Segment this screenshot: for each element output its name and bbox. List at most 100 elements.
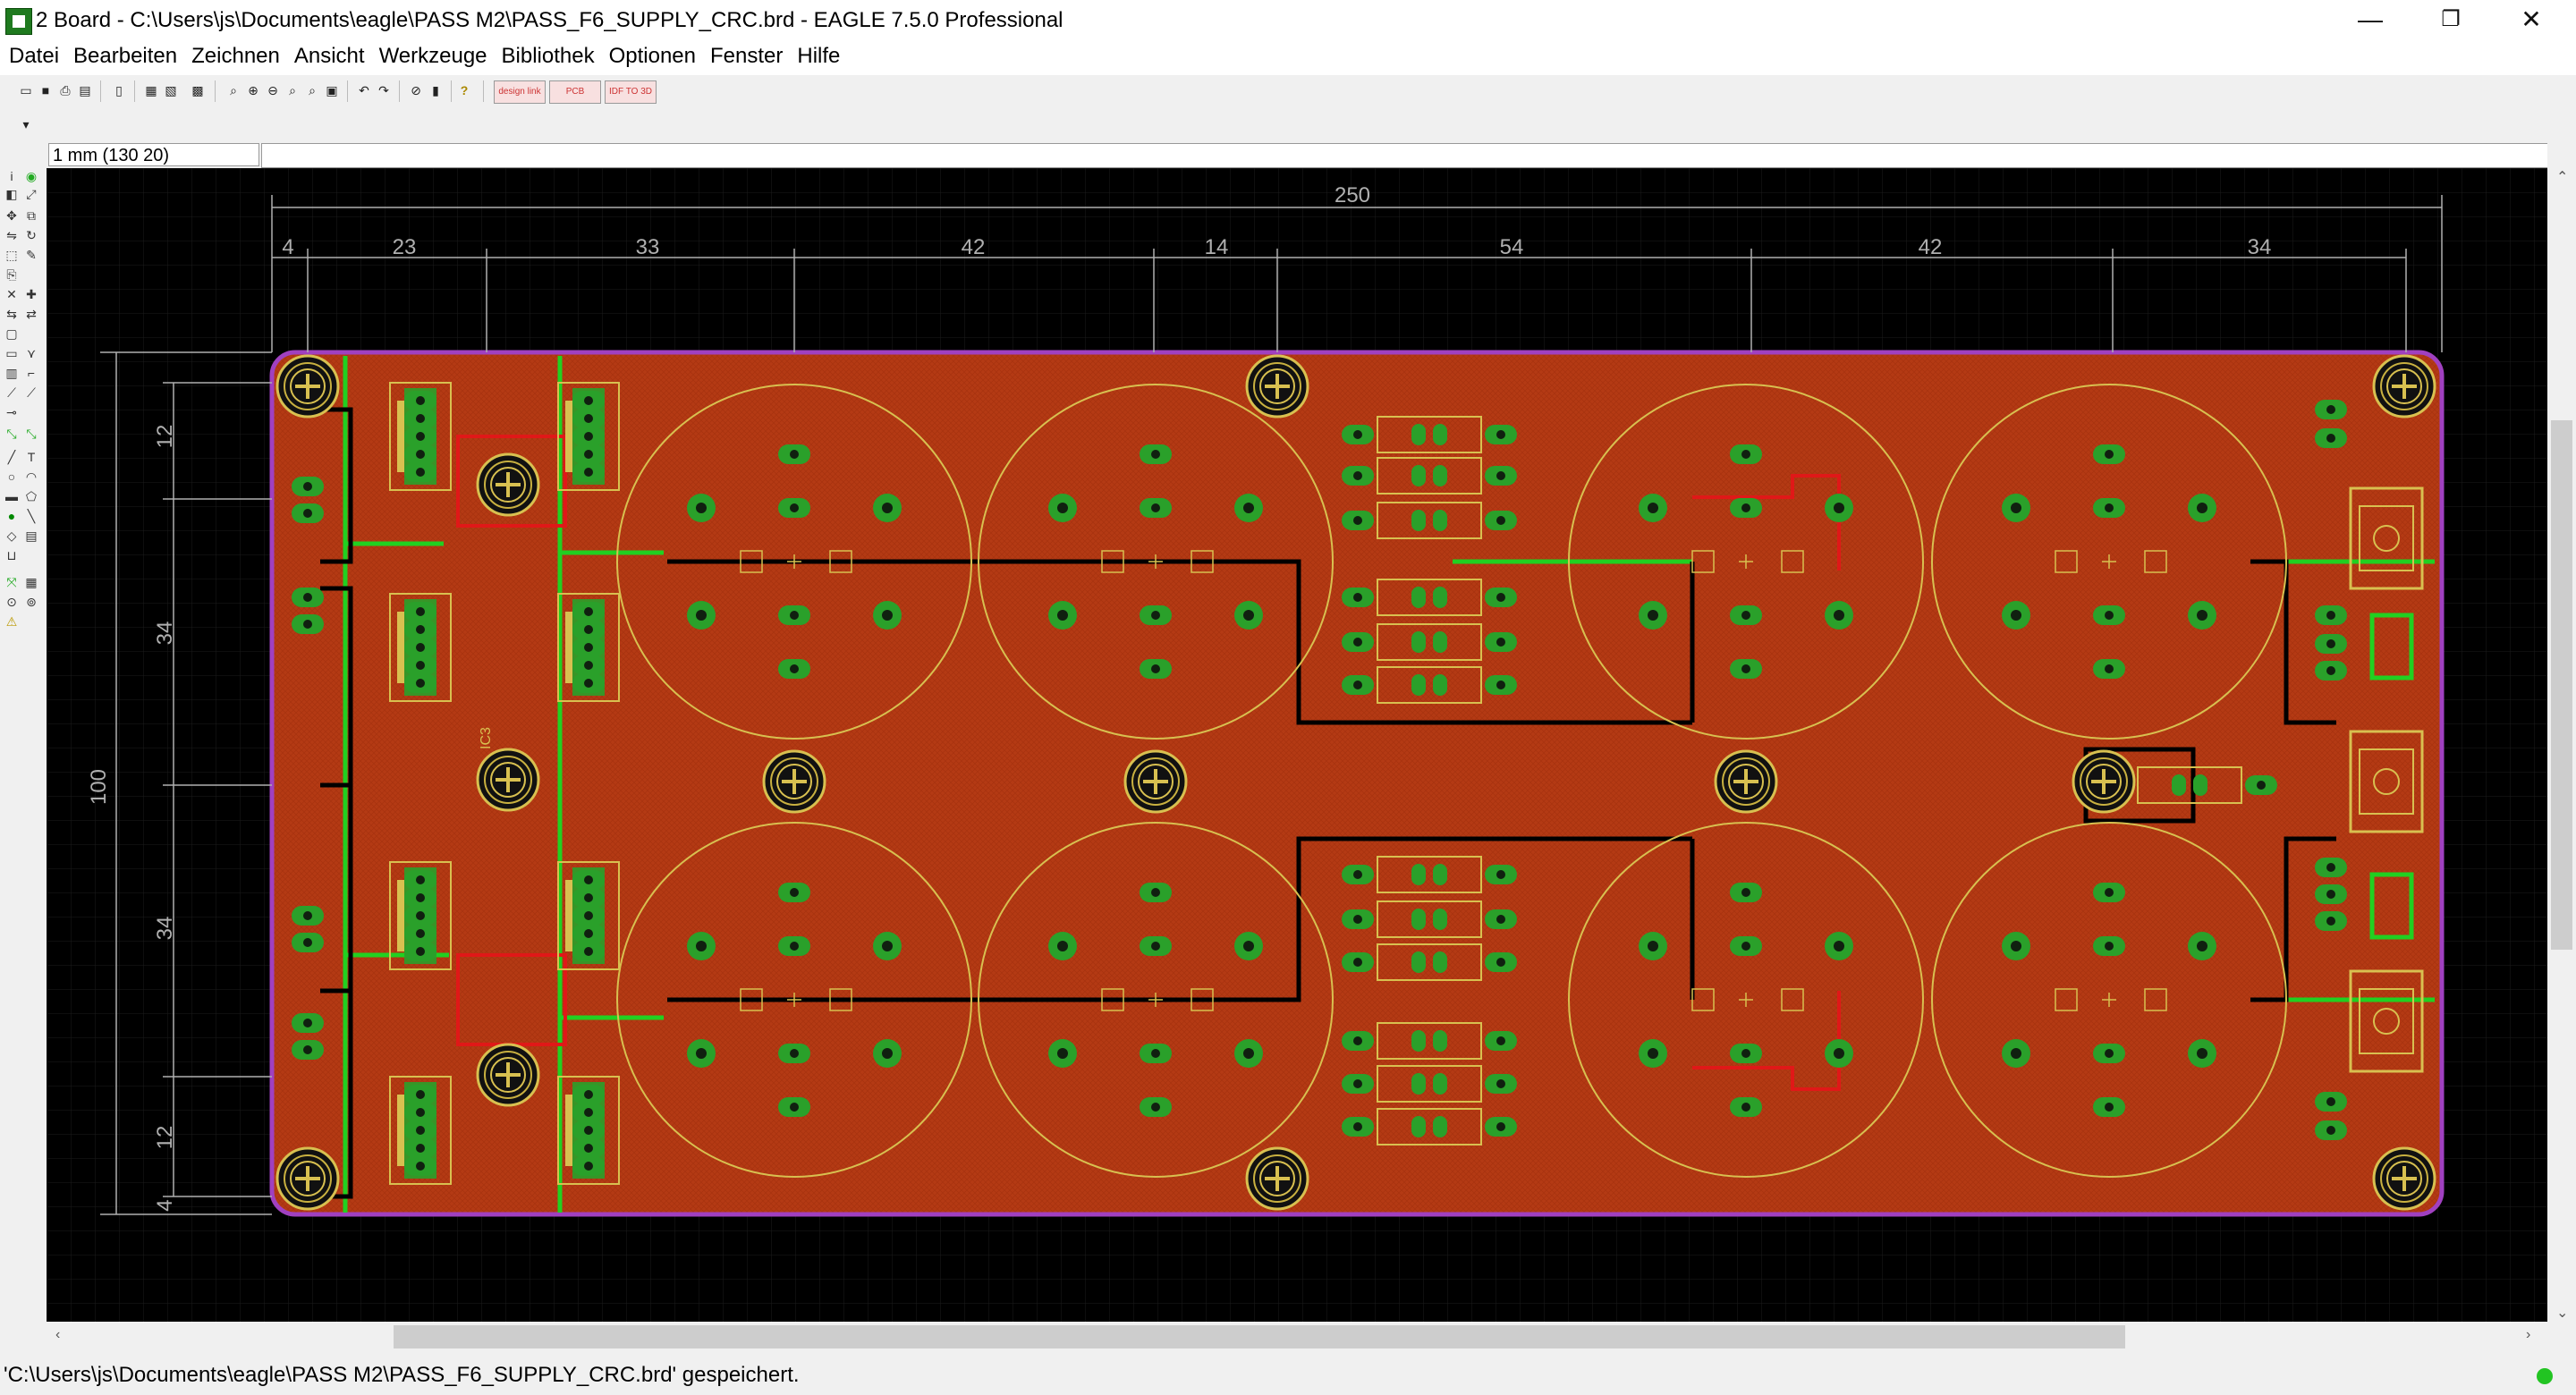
minimize-button[interactable]: — [2326, 0, 2415, 41]
zoom-area-icon[interactable]: ⌕ [304, 82, 320, 98]
menu-zeichnen[interactable]: Zeichnen [191, 41, 280, 69]
delete-icon[interactable]: ✕ [4, 286, 20, 302]
zoom-in-icon[interactable]: ⊕ [245, 82, 261, 98]
ratsnest-icon[interactable]: ⤡ [23, 426, 39, 442]
open-icon[interactable]: ▭ [18, 82, 34, 98]
hole-icon[interactable]: ◇ [4, 528, 20, 544]
main-toolbar: ▭ ■ ⎙ ▤ ▯ ▦ ▧ ▩ ⌕ ⊕ ⊖ ⌕ ⌕ ▣ ↶ ↷ ⊘ ▮ ? de… [0, 75, 2576, 118]
dim-left-2: 34 [153, 621, 177, 646]
scroll-down-icon[interactable]: ⌄ [2556, 1304, 2568, 1322]
menu-werkzeuge[interactable]: Werkzeuge [379, 41, 487, 69]
arc-icon[interactable]: ◠ [23, 469, 39, 485]
vertical-scroll-thumb[interactable] [2551, 420, 2572, 950]
menu-ansicht[interactable]: Ansicht [294, 41, 365, 69]
dim-left-3: 34 [153, 917, 177, 941]
errors-icon[interactable]: ⊚ [23, 594, 39, 610]
menu-hilfe[interactable]: Hilfe [797, 41, 840, 69]
show-icon[interactable]: ◉ [23, 168, 39, 184]
via-icon[interactable]: ● [4, 508, 20, 524]
print-icon[interactable]: ⎙ [57, 82, 73, 98]
layer-dropdown-icon[interactable]: ▾ [18, 116, 34, 132]
name-icon[interactable]: ⇆ [4, 306, 20, 322]
cam-icon[interactable]: ▤ [77, 82, 93, 98]
close-button[interactable]: ✕ [2487, 0, 2576, 41]
move-icon[interactable]: ✥ [4, 207, 20, 224]
switch-to-schematic-icon[interactable]: ▧ [163, 82, 179, 98]
signal-icon[interactable]: ╲ [23, 508, 39, 524]
stop-icon[interactable]: ⊘ [408, 82, 424, 98]
miter-icon[interactable]: ⌐ [23, 365, 39, 381]
rotate-icon[interactable]: ↻ [23, 227, 39, 243]
menu-fenster[interactable]: Fenster [710, 41, 783, 69]
zoom-redraw-icon[interactable]: ⌕ [284, 82, 301, 98]
warning-icon[interactable]: ⚠ [4, 613, 20, 630]
vertical-scrollbar[interactable]: ⌃ ⌄ [2547, 141, 2576, 1322]
zoom-select-icon[interactable]: ▣ [324, 82, 340, 98]
help-icon[interactable]: ? [456, 82, 472, 98]
script-icon[interactable]: ▯ [111, 82, 127, 98]
smash-icon[interactable]: ▢ [4, 326, 20, 342]
action-toolbar: ▾ [0, 107, 2576, 142]
ratsnest-all-icon[interactable]: ⤧ [4, 574, 20, 590]
display-icon[interactable]: ◧ [4, 186, 20, 202]
polygon-icon[interactable]: ⬠ [23, 488, 39, 504]
menu-bibliothek[interactable]: Bibliothek [502, 41, 595, 69]
idf-to-3d-button[interactable]: IDF TO 3D [605, 80, 657, 104]
group-icon[interactable]: ⬚ [4, 247, 20, 263]
go-icon[interactable]: ▮ [428, 82, 444, 98]
pcb-drawing: 250 4 23 33 42 14 54 42 34 100 12 34 34 … [47, 168, 2547, 1322]
value-icon[interactable]: ⇄ [23, 306, 39, 322]
dim-top-7: 42 [1919, 235, 1943, 259]
change-icon[interactable]: ✎ [23, 247, 39, 263]
add-icon[interactable]: ✚ [23, 286, 39, 302]
menu-bearbeiten[interactable]: Bearbeiten [73, 41, 177, 69]
scroll-right-icon[interactable]: › [2526, 1327, 2530, 1343]
mirror-icon[interactable]: ⇋ [4, 227, 20, 243]
zoom-fit-icon[interactable]: ⌕ [225, 82, 242, 98]
dim-top-4: 42 [962, 235, 986, 259]
text-icon[interactable]: T [23, 449, 39, 465]
wire-icon[interactable]: ╱ [4, 449, 20, 465]
menu-optionen[interactable]: Optionen [609, 41, 696, 69]
redo-icon[interactable]: ↷ [376, 82, 392, 98]
horizontal-scroll-thumb[interactable] [394, 1325, 2125, 1348]
swap-icon[interactable]: ⊸ [4, 404, 20, 420]
attribute-icon[interactable]: ▤ [23, 528, 39, 544]
info-icon[interactable]: i [4, 168, 20, 184]
ripup-icon[interactable]: ⟋ [23, 385, 39, 401]
grid-icon[interactable]: ▦ [23, 574, 39, 590]
board-icon[interactable]: ▩ [190, 82, 206, 98]
dim-top-8: 34 [2248, 235, 2272, 259]
mark-icon[interactable]: ⤢ [23, 186, 39, 202]
drc-icon[interactable]: ⊙ [4, 594, 20, 610]
circle-icon[interactable]: ○ [4, 469, 20, 485]
dimension-icon[interactable]: ⊔ [4, 547, 20, 563]
ulp-icon[interactable]: ▦ [143, 82, 159, 98]
undo-icon[interactable]: ↶ [356, 82, 372, 98]
save-icon[interactable]: ■ [38, 82, 54, 98]
autorouter-icon[interactable]: ⤡ [4, 426, 20, 442]
lock-icon[interactable]: ▭ [4, 345, 20, 361]
copy-icon[interactable]: ⧉ [23, 207, 39, 224]
zoom-out-icon[interactable]: ⊖ [265, 82, 281, 98]
route-icon[interactable]: ⟋ [4, 385, 20, 401]
rect-icon[interactable]: ▬ [4, 488, 20, 504]
design-link-button[interactable]: design link [494, 80, 546, 104]
dim-left-1: 12 [153, 425, 177, 449]
command-input[interactable] [261, 143, 2562, 168]
board-canvas[interactable]: 250 4 23 33 42 14 54 42 34 100 12 34 34 … [47, 168, 2547, 1322]
scroll-up-icon[interactable]: ⌃ [2556, 168, 2568, 186]
status-bar: 'C:\Users\js\Documents\eagle\PASS M2\PAS… [0, 1352, 2576, 1395]
optimize-icon[interactable]: ▥ [4, 365, 20, 381]
pcb-quote-button[interactable]: PCB QUOTE [549, 80, 601, 118]
command-toolbar: i ◉ ◧ ⤢ ✥ ⧉ ⇋ ↻ ⬚ ✎ ⎘ ✕ ✚ ⇆ ⇄ ▢ ▭ ⋎ ▥ ⌐ … [0, 168, 47, 1322]
menu-datei[interactable]: Datei [9, 41, 59, 69]
scroll-left-icon[interactable]: ‹ [55, 1327, 60, 1343]
split-icon[interactable]: ⋎ [23, 345, 39, 361]
paste-icon[interactable]: ⎘ [4, 266, 20, 283]
ic3-label: IC3 [479, 727, 494, 749]
horizontal-scrollbar[interactable]: ‹ › [47, 1322, 2547, 1352]
dim-top-6: 54 [1500, 235, 1524, 259]
restore-button[interactable]: ❐ [2406, 0, 2496, 41]
status-message: 'C:\Users\js\Documents\eagle\PASS M2\PAS… [4, 1363, 800, 1387]
